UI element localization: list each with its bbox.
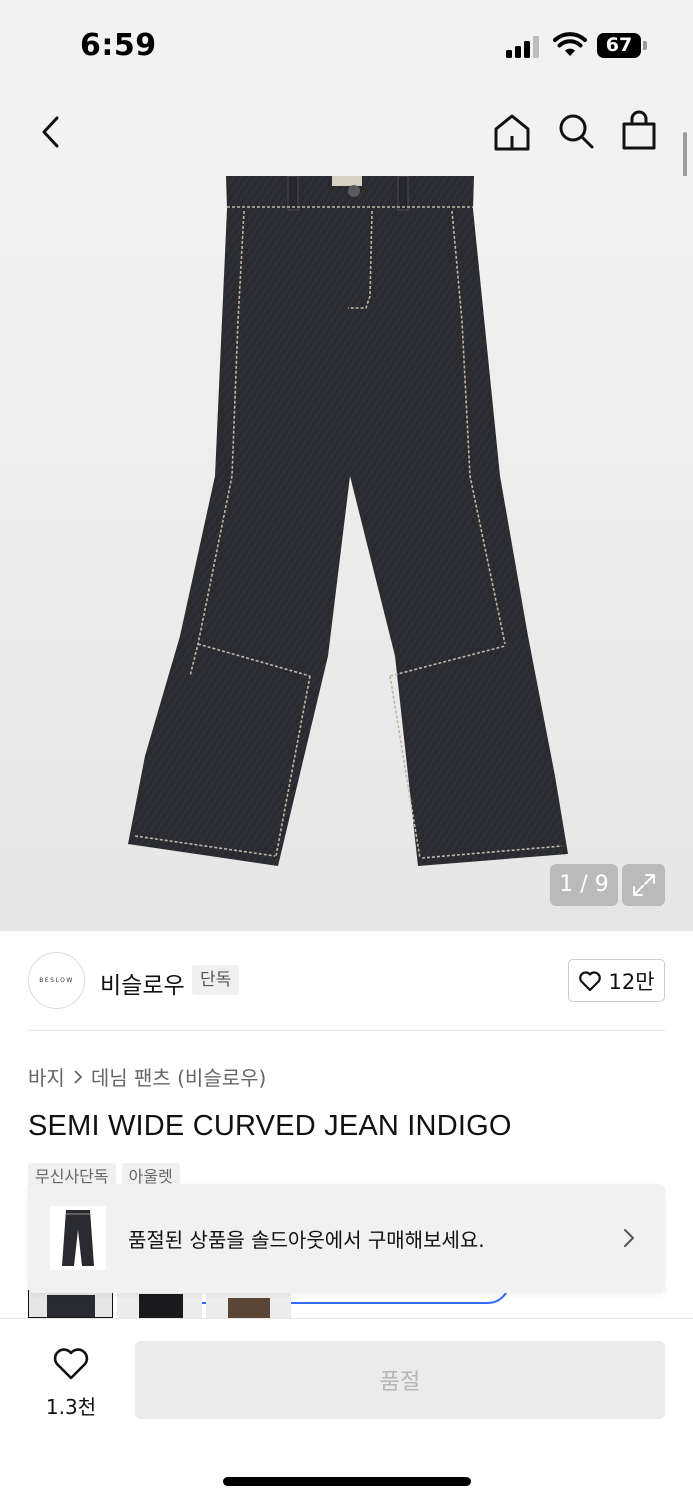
cart-button[interactable] <box>617 106 661 154</box>
expand-icon <box>632 874 655 896</box>
shopping-bag-icon <box>622 110 656 150</box>
search-icon <box>559 114 594 149</box>
heart-icon <box>579 970 602 991</box>
search-button[interactable] <box>554 108 598 154</box>
color-option-thumb[interactable] <box>28 1290 113 1318</box>
jeans-thumbnail-image <box>62 1210 94 1266</box>
home-indicator <box>223 1477 471 1486</box>
expand-image-button[interactable] <box>622 864 665 906</box>
battery-level: 67 <box>605 34 633 56</box>
product-like-count: 1.3천 <box>45 1395 97 1419</box>
product-image-carousel[interactable]: 1 / 9 <box>0 176 693 931</box>
top-navigation <box>0 92 693 176</box>
chevron-left-icon <box>42 116 59 148</box>
brand-like-count: 12만 <box>608 969 655 994</box>
heart-icon <box>53 1348 89 1380</box>
brand-like-button[interactable]: 12만 <box>568 959 665 1002</box>
product-image-jeans <box>128 176 568 866</box>
status-time: 6:59 <box>80 28 157 63</box>
wifi-icon <box>553 32 587 56</box>
color-option-thumbnails <box>28 1290 328 1318</box>
banner-text: 품절된 상품을 솔드아웃에서 구매해보세요. <box>128 1228 485 1252</box>
color-option-thumb[interactable] <box>117 1290 202 1318</box>
status-bar: 6:59 67 <box>0 0 693 92</box>
home-button[interactable] <box>488 108 536 156</box>
cellular-signal-icon <box>506 36 542 58</box>
soldout-marketplace-banner[interactable]: 품절된 상품을 솔드아웃에서 구매해보세요. <box>28 1184 665 1293</box>
back-button[interactable] <box>30 110 70 154</box>
soldout-purchase-button[interactable]: 품절 <box>135 1341 665 1419</box>
brand-name[interactable]: 비슬로우 <box>100 966 185 1000</box>
home-icon <box>494 114 530 151</box>
brand-logo-text: BESLOW <box>39 977 74 984</box>
breadcrumb: 바지 데님 팬츠 (비슬로우) <box>28 1062 266 1091</box>
product-like-button[interactable]: 1.3천 <box>38 1343 104 1423</box>
chevron-right-icon <box>624 1229 634 1247</box>
exclusive-badge: 단독 <box>192 965 240 995</box>
bottom-action-bar: 1.3천 품절 <box>0 1318 693 1500</box>
breadcrumb-item-subcategory[interactable]: 데님 팬츠 (비슬로우) <box>91 1062 267 1091</box>
color-option-thumb[interactable] <box>206 1290 291 1318</box>
brand-logo[interactable]: BESLOW <box>28 952 85 1009</box>
breadcrumb-item-category[interactable]: 바지 <box>28 1062 65 1091</box>
image-page-indicator: 1 / 9 <box>550 864 618 906</box>
product-title: SEMI WIDE CURVED JEAN INDIGO <box>28 1110 512 1142</box>
divider <box>28 1030 665 1031</box>
battery-icon: 67 <box>597 33 647 58</box>
chevron-right-icon <box>74 1069 83 1084</box>
banner-product-thumbnail <box>50 1206 106 1270</box>
brand-row: BESLOW 비슬로우 단독 12만 <box>0 931 693 1031</box>
